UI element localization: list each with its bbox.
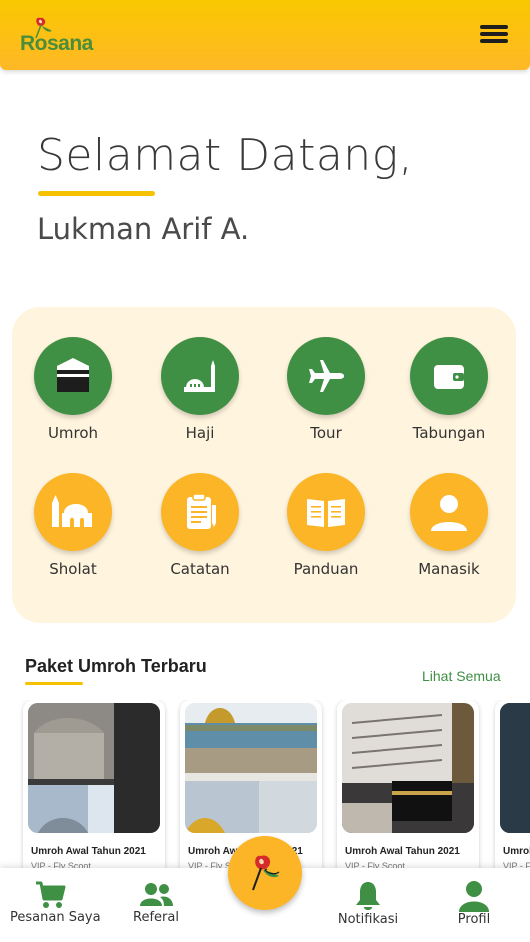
logo-text: Rosana <box>20 32 93 55</box>
menu-item-catatan[interactable]: Catatan <box>145 473 255 593</box>
menu-label: Haji <box>185 424 215 442</box>
menu-item-sholat[interactable]: Sholat <box>18 473 128 593</box>
hamburger-menu-icon[interactable] <box>480 25 508 45</box>
menu-label: Manasik <box>418 560 480 578</box>
kaaba-icon <box>34 337 112 415</box>
mosque-building-icon <box>34 473 112 551</box>
nav-notifications[interactable]: Notifikasi <box>334 880 402 927</box>
menu-label: Catatan <box>170 560 230 578</box>
brand-logo[interactable]: Rosana <box>18 14 108 56</box>
menu-item-haji[interactable]: Haji <box>145 337 255 457</box>
app-header: Rosana <box>0 0 530 70</box>
package-card[interactable]: Umroh Awal Tahun 2021 VIP - Fly Scoot <box>23 700 165 880</box>
package-image <box>185 703 317 833</box>
users-icon <box>140 883 173 906</box>
menu-label: Panduan <box>293 560 359 578</box>
menu-label: Umroh <box>47 424 99 442</box>
menu-item-tabungan[interactable]: Tabungan <box>394 337 504 457</box>
feature-menu-panel: Umroh Haji Tour Tabungan Sholat Catatan … <box>12 307 516 623</box>
cart-icon <box>36 881 66 908</box>
package-title: Umroh Awal Tahun 2021 <box>31 846 146 857</box>
airplane-icon <box>287 337 365 415</box>
nav-referral[interactable]: Referal <box>126 880 186 925</box>
nav-orders[interactable]: Pesanan Saya <box>10 880 101 925</box>
menu-item-manasik[interactable]: Manasik <box>394 473 504 593</box>
nav-profile[interactable]: Profil <box>448 880 500 927</box>
package-image <box>28 703 160 833</box>
menu-item-umroh[interactable]: Umroh <box>18 337 128 457</box>
section-title: Paket Umroh Terbaru <box>25 656 207 676</box>
see-all-link[interactable]: Lihat Semua <box>422 668 501 684</box>
package-image <box>500 703 530 833</box>
home-fab-button[interactable] <box>228 836 302 910</box>
package-title: Umroh Awal Tahun 2021 <box>503 846 530 857</box>
book-icon <box>287 473 365 551</box>
bell-icon <box>356 882 380 910</box>
clipboard-icon <box>161 473 239 551</box>
section-title-underline <box>25 682 83 685</box>
menu-item-tour[interactable]: Tour <box>271 337 381 457</box>
menu-label: Tour <box>310 424 342 442</box>
package-card[interactable]: Umroh Awal Tahun 2021 VIP - Fly Scoot <box>495 700 530 880</box>
nav-notifications-label: Notifikasi <box>337 912 399 927</box>
menu-label: Tabungan <box>412 424 486 442</box>
package-card[interactable]: Umroh Awal Tahun 2021 VIP - Fly Scoot <box>337 700 479 880</box>
wallet-icon <box>410 337 488 415</box>
nav-orders-label: Pesanan Saya <box>10 910 101 925</box>
greeting-underline <box>38 191 155 196</box>
menu-label: Sholat <box>49 560 97 578</box>
package-image <box>342 703 474 833</box>
menu-item-panduan[interactable]: Panduan <box>271 473 381 593</box>
rose-icon <box>252 855 280 891</box>
nav-profile-label: Profil <box>457 912 491 927</box>
package-title: Umroh Awal Tahun 2021 <box>345 846 460 857</box>
welcome-greeting: Selamat Datang, <box>37 130 414 181</box>
nav-referral-label: Referal <box>133 910 179 925</box>
mosque-icon <box>161 337 239 415</box>
user-name: Lukman Arif A. <box>37 212 250 246</box>
profile-icon <box>459 881 489 912</box>
person-icon <box>410 473 488 551</box>
